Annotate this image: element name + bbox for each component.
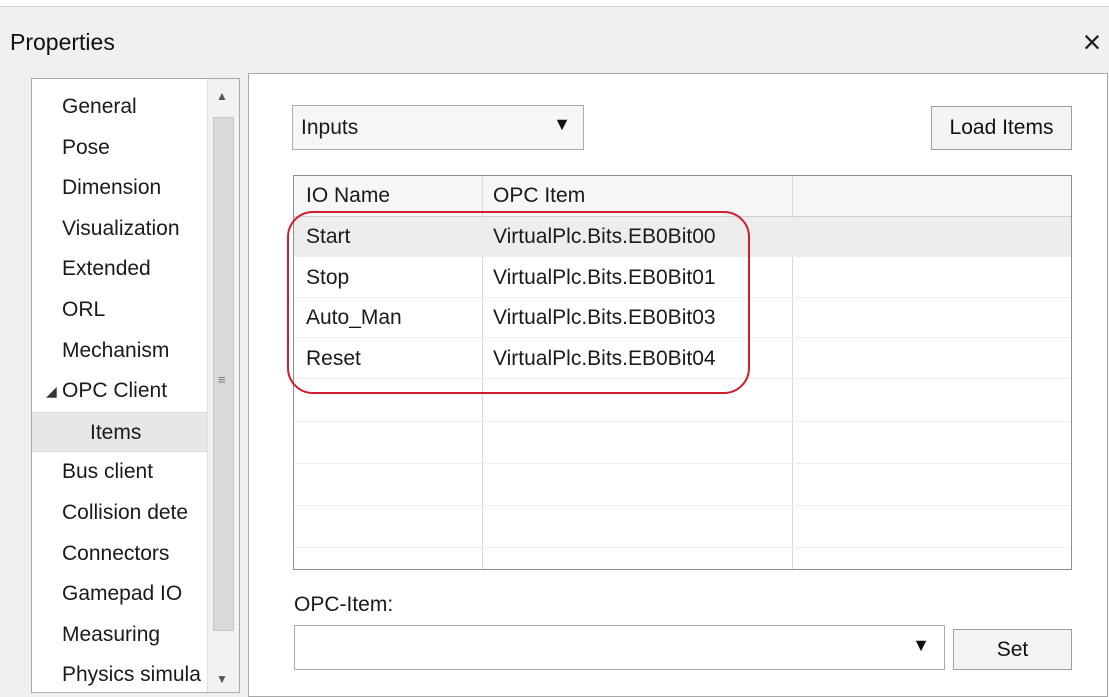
sidebar-item-label: Connectors bbox=[62, 541, 170, 565]
sidebar-item-label: Measuring bbox=[62, 622, 161, 646]
sidebar-item-gamepad-io[interactable]: Gamepad IO bbox=[32, 574, 208, 614]
scroll-thumb[interactable]: ≡ bbox=[213, 117, 234, 631]
io-direction-dropdown[interactable]: Inputs ▼ bbox=[292, 105, 584, 150]
sidebar-item-bus-client[interactable]: Bus client bbox=[32, 452, 208, 492]
sidebar-item-items[interactable]: Items bbox=[32, 411, 208, 452]
empty-table-row bbox=[294, 547, 1071, 548]
scroll-up-icon[interactable]: ▲ bbox=[216, 89, 230, 103]
sidebar-item-label: General bbox=[62, 95, 137, 118]
opc-item-column-header[interactable]: OPC Item bbox=[493, 184, 585, 208]
sidebar-item-label: Dimension bbox=[62, 176, 162, 200]
set-button[interactable]: Set bbox=[953, 629, 1072, 670]
sidebar-item-extended[interactable]: Extended bbox=[32, 249, 208, 289]
sidebar-item-label: Items bbox=[90, 420, 142, 444]
sidebar-item-orl[interactable]: ORL bbox=[32, 290, 208, 330]
scroll-down-icon[interactable]: ▼ bbox=[216, 672, 230, 686]
sidebar-item-label: ORL bbox=[62, 298, 106, 321]
mapping-highlight-annotation bbox=[287, 211, 750, 394]
property-category-list: General Pose Dimension Visualization Extende… bbox=[31, 78, 240, 693]
sidebar-item-dimension[interactable]: Dimension bbox=[32, 168, 208, 208]
sidebar-item-label: Extended bbox=[62, 257, 151, 281]
sidebar-item-visualization[interactable]: Visualization bbox=[32, 209, 208, 249]
sidebar-item-label: Physics simula bbox=[62, 663, 201, 687]
empty-table-row bbox=[294, 505, 1071, 506]
sidebar-item-measuring[interactable]: Measuring bbox=[32, 615, 208, 655]
scroll-grip-icon: ≡ bbox=[218, 372, 226, 387]
load-items-button[interactable]: Load Items bbox=[931, 106, 1072, 150]
empty-table-row bbox=[294, 421, 1071, 422]
sidebar-item-general[interactable]: General bbox=[32, 87, 208, 127]
sidebar-scrollbar[interactable]: ▲ ≡ ▼ bbox=[207, 79, 239, 692]
sidebar-item-label: OPC Client bbox=[62, 379, 168, 403]
sidebar-item-label: Collision dete bbox=[62, 501, 189, 524]
io-direction-value: Inputs bbox=[301, 116, 359, 139]
sidebar-item-collision-dete[interactable]: Collision dete bbox=[32, 493, 208, 533]
expanded-triangle-icon[interactable]: ◢ bbox=[46, 371, 57, 411]
empty-table-row bbox=[294, 463, 1071, 464]
sidebar-item-connectors[interactable]: Connectors bbox=[32, 534, 208, 574]
sidebar-item-label: Pose bbox=[62, 135, 110, 159]
close-icon[interactable]: × bbox=[1075, 25, 1109, 59]
sidebar-item-label: Visualization bbox=[62, 216, 180, 240]
sidebar-item-opc-client[interactable]: ◢ OPC Client bbox=[32, 371, 208, 411]
sidebar-item-pose[interactable]: Pose bbox=[32, 128, 208, 168]
sidebar-item-label: Gamepad IO bbox=[62, 582, 183, 606]
io-name-column-header[interactable]: IO Name bbox=[306, 184, 390, 208]
sidebar-item-mechanism[interactable]: Mechanism bbox=[32, 331, 208, 371]
chevron-down-icon[interactable]: ▼ bbox=[912, 635, 930, 656]
sidebar-item-label: Bus client bbox=[62, 460, 154, 484]
sidebar-item-physics-simula[interactable]: Physics simula bbox=[32, 655, 208, 692]
window-title: Properties bbox=[10, 29, 115, 55]
opc-item-combo[interactable]: ▼ bbox=[294, 625, 945, 670]
sidebar-item-label: Mechanism bbox=[62, 338, 170, 362]
chevron-down-icon: ▼ bbox=[553, 114, 571, 134]
properties-title-bar: Properties × bbox=[0, 6, 1109, 80]
opc-item-label: OPC-Item: bbox=[294, 593, 394, 616]
